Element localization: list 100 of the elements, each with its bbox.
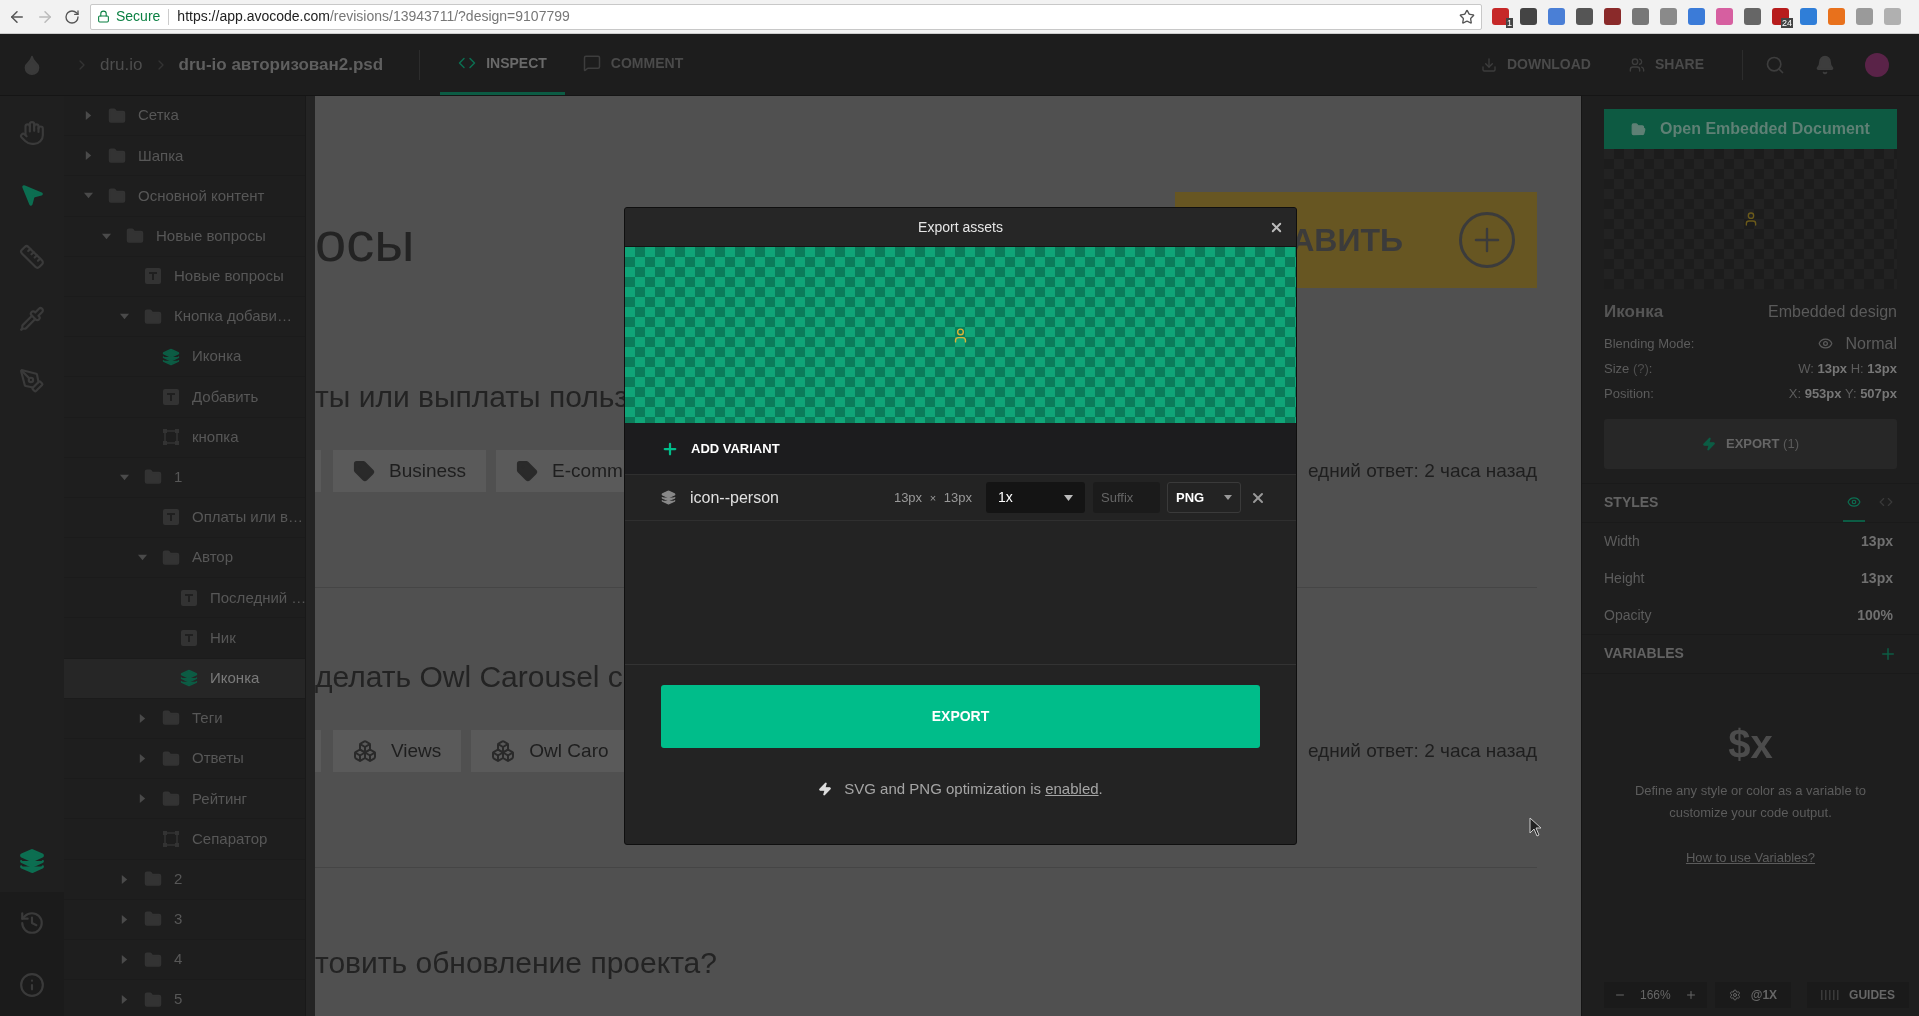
layer-row[interactable]: Сепаратор xyxy=(64,819,305,860)
collapsed-arrow-icon[interactable] xyxy=(138,713,147,723)
extension-icon[interactable] xyxy=(1604,8,1621,25)
layer-row[interactable]: Добавить xyxy=(64,377,305,418)
extension-icon[interactable] xyxy=(1660,8,1677,25)
density-button[interactable]: @1X xyxy=(1714,982,1792,1008)
blend-mode-value: Normal xyxy=(1845,333,1897,354)
zoom-level: 166% xyxy=(1640,987,1671,1004)
guides-button[interactable]: GUIDES xyxy=(1807,982,1910,1008)
layer-row[interactable]: Новые вопросы xyxy=(64,216,305,257)
layer-row[interactable]: 2 xyxy=(64,859,305,900)
folder-icon xyxy=(1631,121,1647,137)
layer-row[interactable]: Оплаты или в… xyxy=(64,497,305,539)
caret-icon xyxy=(1064,494,1073,501)
layer-row[interactable]: 5 xyxy=(64,980,305,1016)
suffix-input[interactable]: Suffix xyxy=(1093,482,1160,513)
extension-icon[interactable] xyxy=(1576,8,1593,25)
layer-row[interactable]: Последний … xyxy=(64,578,305,619)
layer-row[interactable]: Ник xyxy=(64,618,305,659)
layers-icon xyxy=(19,848,45,874)
layer-name: 4 xyxy=(174,949,183,970)
extension-icon[interactable] xyxy=(1800,8,1817,25)
layer-name: Оплаты или в… xyxy=(192,507,304,528)
extension-icon[interactable] xyxy=(1884,8,1901,25)
layer-row[interactable]: Иконка xyxy=(64,658,305,699)
layer-name: Сетка xyxy=(138,105,179,126)
collapsed-arrow-icon[interactable] xyxy=(120,995,129,1005)
layer-row[interactable]: 3 xyxy=(64,899,305,940)
layer-row[interactable]: Рейтинг xyxy=(64,779,305,820)
comment-icon xyxy=(582,54,601,72)
expanded-arrow-icon[interactable] xyxy=(102,231,111,241)
close-icon[interactable] xyxy=(1269,220,1284,235)
layer-name: Добавить xyxy=(192,386,259,407)
property-label: Size (?): xyxy=(1604,359,1653,378)
style-value: 13px xyxy=(1861,568,1894,588)
layer-name: Иконка xyxy=(210,667,260,688)
collapsed-arrow-icon[interactable] xyxy=(138,754,147,764)
add-variant-button[interactable]: ADD VARIANT xyxy=(661,438,780,459)
extension-icon[interactable] xyxy=(1716,8,1733,25)
layer-row[interactable]: Иконка xyxy=(64,337,305,378)
layer-row[interactable]: 4 xyxy=(64,939,305,981)
extension-icon[interactable] xyxy=(1828,8,1845,25)
collapsed-arrow-icon[interactable] xyxy=(120,914,129,924)
property-label: Position: xyxy=(1604,384,1654,403)
reload-icon[interactable] xyxy=(64,8,80,25)
layer-name: Шапка xyxy=(138,145,184,166)
cubes-icon xyxy=(491,739,516,763)
export-button[interactable]: EXPORT xyxy=(661,685,1260,748)
layer-row[interactable]: Автор xyxy=(64,538,305,579)
url-text: https://app.avocode.com/revisions/13943711/?design=9107799 xyxy=(177,7,570,26)
property-value: X: 953px Y: 507px xyxy=(1788,384,1897,403)
layer-row[interactable]: 1 xyxy=(64,457,305,498)
ruler-icon xyxy=(19,244,45,270)
download-icon xyxy=(1481,56,1497,73)
avatar[interactable] xyxy=(1865,52,1889,77)
extension-icon[interactable] xyxy=(1744,8,1761,25)
address-bar[interactable]: Secure https://app.avocode.com/revisions/13943711/?design=9107799 xyxy=(90,3,1482,30)
collapsed-arrow-icon[interactable] xyxy=(120,955,129,965)
notifications-icon[interactable] xyxy=(1815,54,1835,75)
layer-row[interactable]: Шапка xyxy=(64,136,305,177)
layers-icon xyxy=(180,669,198,688)
layer-row[interactable]: Кнопка добави… xyxy=(64,296,305,338)
layer-row[interactable]: Ответы xyxy=(64,739,305,780)
expanded-arrow-icon[interactable] xyxy=(84,191,93,201)
breadcrumb-link[interactable]: dru-io авторизован2.psd xyxy=(178,51,384,78)
extension-icon[interactable] xyxy=(1632,8,1649,25)
enabled-link[interactable]: enabled xyxy=(1045,780,1099,797)
collapsed-arrow-icon[interactable] xyxy=(84,111,93,121)
mouse-cursor-icon xyxy=(1529,817,1543,837)
extension-icon[interactable] xyxy=(1520,8,1537,25)
collapsed-arrow-icon[interactable] xyxy=(120,874,129,884)
bookmark-star-icon[interactable] xyxy=(1459,8,1475,25)
layer-row[interactable]: кнопка xyxy=(64,417,305,458)
layer-row[interactable]: Сетка xyxy=(64,96,305,137)
pointer-icon xyxy=(19,182,45,208)
collapsed-arrow-icon[interactable] xyxy=(138,794,147,804)
layer-row[interactable]: Теги xyxy=(64,698,305,739)
extension-icon[interactable] xyxy=(1688,8,1705,25)
property-value: W: 13px H: 13px xyxy=(1798,359,1897,378)
person-icon xyxy=(952,326,969,344)
extension-icon[interactable] xyxy=(1856,8,1873,25)
layer-name: 3 xyxy=(174,909,183,930)
extension-icon[interactable] xyxy=(1548,8,1565,25)
extension-badge: 24 xyxy=(1781,18,1793,28)
layer-name: Новые вопросы xyxy=(174,266,284,287)
eye-icon[interactable] xyxy=(1818,336,1834,351)
layer-row[interactable]: Основной контент xyxy=(64,176,305,217)
expanded-arrow-icon[interactable] xyxy=(120,312,129,322)
search-icon[interactable] xyxy=(1765,54,1785,75)
layer-name: 2 xyxy=(174,868,183,889)
expanded-arrow-icon[interactable] xyxy=(138,553,147,563)
zoom-in-icon[interactable] xyxy=(1684,989,1697,1001)
tag-chip: Business xyxy=(333,450,487,492)
expanded-arrow-icon[interactable] xyxy=(120,472,129,482)
variables-help-link[interactable]: How to use Variables? xyxy=(1685,847,1816,867)
scale-select[interactable]: 1x xyxy=(986,482,1085,513)
format-select[interactable]: PNG xyxy=(1167,482,1241,513)
open-embedded-document-button[interactable]: Open Embedded Document xyxy=(1604,109,1897,149)
collapsed-arrow-icon[interactable] xyxy=(84,151,93,161)
layer-row[interactable]: Новые вопросы xyxy=(64,256,305,297)
